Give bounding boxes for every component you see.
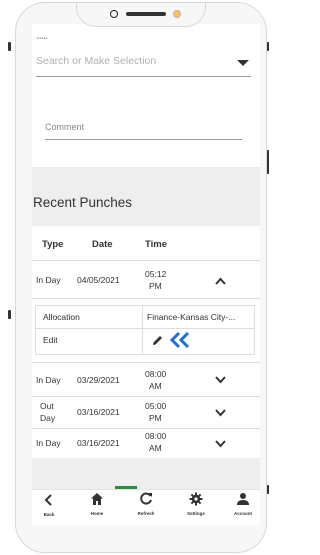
job-field-underline [36,76,251,77]
row-date: 04/05/2021 [77,275,120,285]
header-time: Time [145,239,168,250]
divider [142,306,143,354]
row-time-2: AM [149,443,162,453]
row-time-2: PM [149,413,162,423]
form-card: Job Search or Make Selection Comment [32,24,260,167]
divider [36,328,254,329]
recent-punches-title: Recent Punches [33,195,133,210]
table-row[interactable]: In Day 03/29/2021 08:00 AM [32,363,260,396]
chevron-left-icon [44,494,52,506]
refresh-icon [139,492,152,505]
row-type: In Day [36,275,61,285]
row-time-2: PM [149,281,162,291]
tab-refresh[interactable]: Refresh [131,492,161,516]
side-button-left [8,42,11,51]
comment-field-underline [45,139,242,140]
pencil-icon[interactable] [151,334,164,347]
chevron-down-icon[interactable] [215,376,226,384]
home-icon [91,493,103,505]
allocation-label: Allocation [43,312,80,322]
tab-account[interactable]: Account [228,492,258,516]
row-time-1: 05:12 [145,269,167,279]
sensor-icon [173,10,181,18]
chevron-down-icon[interactable] [237,60,249,66]
row-time-1: 08:00 [145,431,167,441]
row-type-2: Day [40,413,56,423]
row-date: 03/16/2021 [77,407,120,417]
gear-icon [189,492,203,506]
punch-detail: Allocation Finance-Kansas City-... Edit [35,305,255,355]
header-type: Type [42,239,64,250]
side-button-left-2 [8,310,11,319]
tab-back[interactable]: Back [34,493,64,517]
divider [32,298,260,299]
row-date: 03/16/2021 [77,438,120,448]
double-chevron-left-icon[interactable] [169,331,191,349]
tab-home-label: Home [90,511,104,516]
job-field-label: Job [36,37,48,41]
comment-input[interactable]: Comment [45,122,84,132]
edit-label: Edit [43,335,58,345]
row-type: In Day [36,375,61,385]
chevron-up-icon[interactable] [215,277,226,285]
tab-refresh-label: Refresh [137,511,155,516]
tab-account-label: Account [234,511,252,516]
job-search-input[interactable]: Search or Make Selection [36,55,156,67]
recent-punches-table: Type Date Time In Day 04/05/2021 05:12 P… [32,226,260,458]
tab-back-label: Back [43,512,55,517]
tab-home[interactable]: Home [82,492,112,516]
speaker-icon [126,12,166,16]
tab-settings-label: Settings [187,511,205,516]
tab-settings[interactable]: Settings [181,492,211,516]
chevron-down-icon[interactable] [215,440,226,448]
table-row[interactable]: In Day 04/05/2021 05:12 PM [32,261,260,297]
row-date: 03/29/2021 [77,375,120,385]
row-type: In Day [36,438,61,448]
bottom-tab-bar: Back Home Refresh Settings Account [32,489,260,525]
header-date: Date [92,239,113,250]
row-time-1: 08:00 [145,369,167,379]
camera-icon [110,10,118,18]
table-row[interactable]: In Day 03/16/2021 08:00 AM [32,429,260,458]
row-time-1: 05:00 [145,401,167,411]
person-icon [237,493,249,505]
allocation-value: Finance-Kansas City-... [147,312,236,322]
row-time-2: AM [149,381,162,391]
chevron-down-icon[interactable] [215,409,226,417]
table-row[interactable]: Out Day 03/16/2021 05:00 PM [32,397,260,428]
phone-notch [76,3,206,27]
row-type-1: Out [40,401,54,411]
